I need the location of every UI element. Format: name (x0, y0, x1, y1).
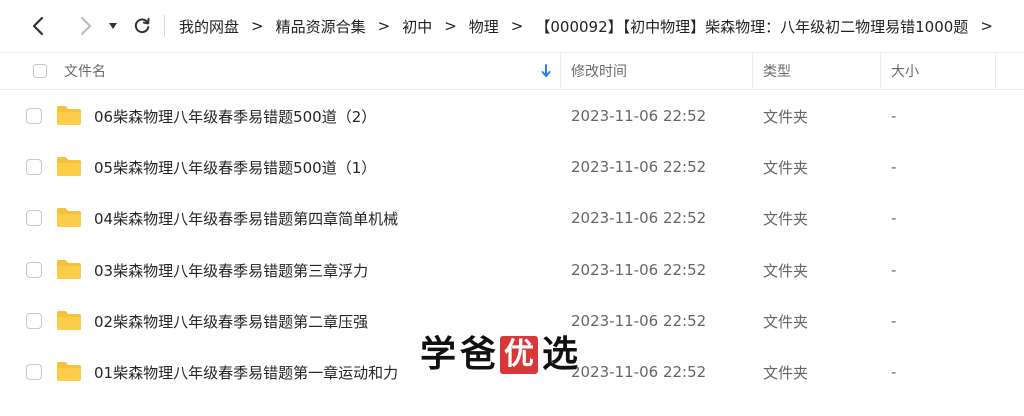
watermark-badge: 优 (500, 336, 539, 374)
file-size: - (891, 107, 897, 125)
history-dropdown-button[interactable] (104, 12, 122, 40)
file-name[interactable]: 05柴森物理八年级春季易错题500道（1） (94, 141, 376, 193)
breadcrumb-separator: > (444, 17, 457, 35)
folder-icon (56, 104, 82, 130)
file-size: - (891, 209, 897, 227)
row-checkbox-cell (26, 90, 42, 142)
file-name[interactable]: 06柴森物理八年级春季易错题500道（2） (94, 90, 376, 142)
row-checkbox-cell (26, 244, 42, 296)
file-type: 文件夹 (763, 363, 809, 382)
column-divider[interactable] (752, 53, 753, 89)
column-name-header[interactable]: 文件名 (64, 53, 106, 89)
breadcrumb-separator: > (377, 17, 391, 35)
forward-button[interactable] (72, 12, 100, 40)
row-checkbox-cell (26, 192, 42, 244)
nav-bar: 我的网盘 > 精品资源合集 > 初中 > 物理 > 【000092】【初中物理】… (0, 0, 1024, 52)
column-divider[interactable] (995, 53, 996, 89)
file-size: - (891, 158, 897, 176)
arrow-down-icon (541, 64, 551, 77)
file-name[interactable]: 04柴森物理八年级春季易错题第四章简单机械 (94, 192, 398, 244)
caret-down-icon (109, 23, 117, 29)
row-checkbox[interactable] (26, 313, 42, 329)
folder-icon (56, 309, 82, 335)
file-type: 文件夹 (763, 209, 809, 228)
select-all-checkbox[interactable] (33, 64, 47, 78)
file-modified: 2023-11-06 22:52 (571, 363, 707, 381)
file-size: - (891, 363, 897, 381)
file-type: 文件夹 (763, 107, 809, 126)
folder-icon (56, 155, 82, 181)
folder-icon (56, 360, 82, 386)
row-checkbox-cell (26, 295, 42, 347)
watermark-char: 选 (542, 334, 579, 375)
column-divider[interactable] (880, 53, 881, 89)
breadcrumb-item[interactable]: 初中 (402, 16, 432, 37)
row-checkbox[interactable] (26, 159, 42, 175)
file-modified: 2023-11-06 22:52 (571, 261, 707, 279)
chevron-left-icon (32, 16, 44, 36)
breadcrumb: 我的网盘 > 精品资源合集 > 初中 > 物理 > 【000092】【初中物理】… (179, 16, 1005, 37)
watermark-char: 爸 (460, 334, 497, 375)
sort-desc-icon[interactable] (541, 53, 551, 89)
row-checkbox[interactable] (26, 364, 42, 380)
row-checkbox[interactable] (26, 210, 42, 226)
watermark-logo: 学 爸 优 选 (420, 334, 578, 376)
file-modified: 2023-11-06 22:52 (571, 158, 707, 176)
watermark-char: 学 (420, 334, 457, 375)
row-checkbox[interactable] (26, 262, 42, 278)
breadcrumb-separator: > (510, 17, 524, 35)
file-size: - (891, 261, 897, 279)
file-name[interactable]: 01柴森物理八年级春季易错题第一章运动和力 (94, 346, 398, 398)
chevron-right-icon (80, 16, 92, 36)
file-row[interactable]: 05柴森物理八年级春季易错题500道（1） 2023-11-06 22:52 文… (0, 141, 1024, 193)
file-row[interactable]: 03柴森物理八年级春季易错题第三章浮力 2023-11-06 22:52 文件夹… (0, 244, 1024, 296)
file-modified: 2023-11-06 22:52 (571, 107, 707, 125)
column-type-header[interactable]: 类型 (763, 53, 791, 89)
row-checkbox-cell (26, 141, 42, 193)
file-row[interactable]: 06柴森物理八年级春季易错题500道（2） 2023-11-06 22:52 文… (0, 90, 1024, 142)
breadcrumb-item[interactable]: 物理 (469, 16, 499, 37)
watermark-char: 优 (504, 337, 535, 372)
breadcrumb-item[interactable]: 精品资源合集 (276, 16, 366, 37)
file-type: 文件夹 (763, 158, 809, 177)
row-checkbox[interactable] (26, 108, 42, 124)
column-size-header[interactable]: 大小 (891, 53, 919, 89)
back-button[interactable] (24, 12, 52, 40)
column-modified-header[interactable]: 修改时间 (571, 53, 627, 89)
file-row[interactable]: 04柴森物理八年级春季易错题第四章简单机械 2023-11-06 22:52 文… (0, 192, 1024, 244)
file-list-header: 文件名 修改时间 类型 大小 (0, 52, 1024, 90)
file-modified: 2023-11-06 22:52 (571, 312, 707, 330)
file-type: 文件夹 (763, 312, 809, 331)
folder-icon (56, 206, 82, 232)
breadcrumb-current[interactable]: 【000092】【初中物理】柴森物理：八年级初二物理易错1000题 (535, 16, 968, 37)
file-name[interactable]: 03柴森物理八年级春季易错题第三章浮力 (94, 244, 368, 296)
file-name[interactable]: 02柴森物理八年级春季易错题第二章压强 (94, 295, 368, 347)
nav-divider (164, 15, 165, 37)
refresh-icon (134, 17, 150, 34)
file-type: 文件夹 (763, 261, 809, 280)
breadcrumb-item[interactable]: 我的网盘 (179, 16, 239, 37)
select-all-checkbox-cell (33, 53, 47, 89)
folder-icon (56, 258, 82, 284)
breadcrumb-separator: > (980, 17, 993, 35)
file-modified: 2023-11-06 22:52 (571, 209, 707, 227)
row-checkbox-cell (26, 346, 42, 398)
breadcrumb-separator: > (251, 17, 264, 35)
column-divider[interactable] (560, 53, 561, 89)
refresh-button[interactable] (128, 12, 156, 40)
file-size: - (891, 312, 897, 330)
